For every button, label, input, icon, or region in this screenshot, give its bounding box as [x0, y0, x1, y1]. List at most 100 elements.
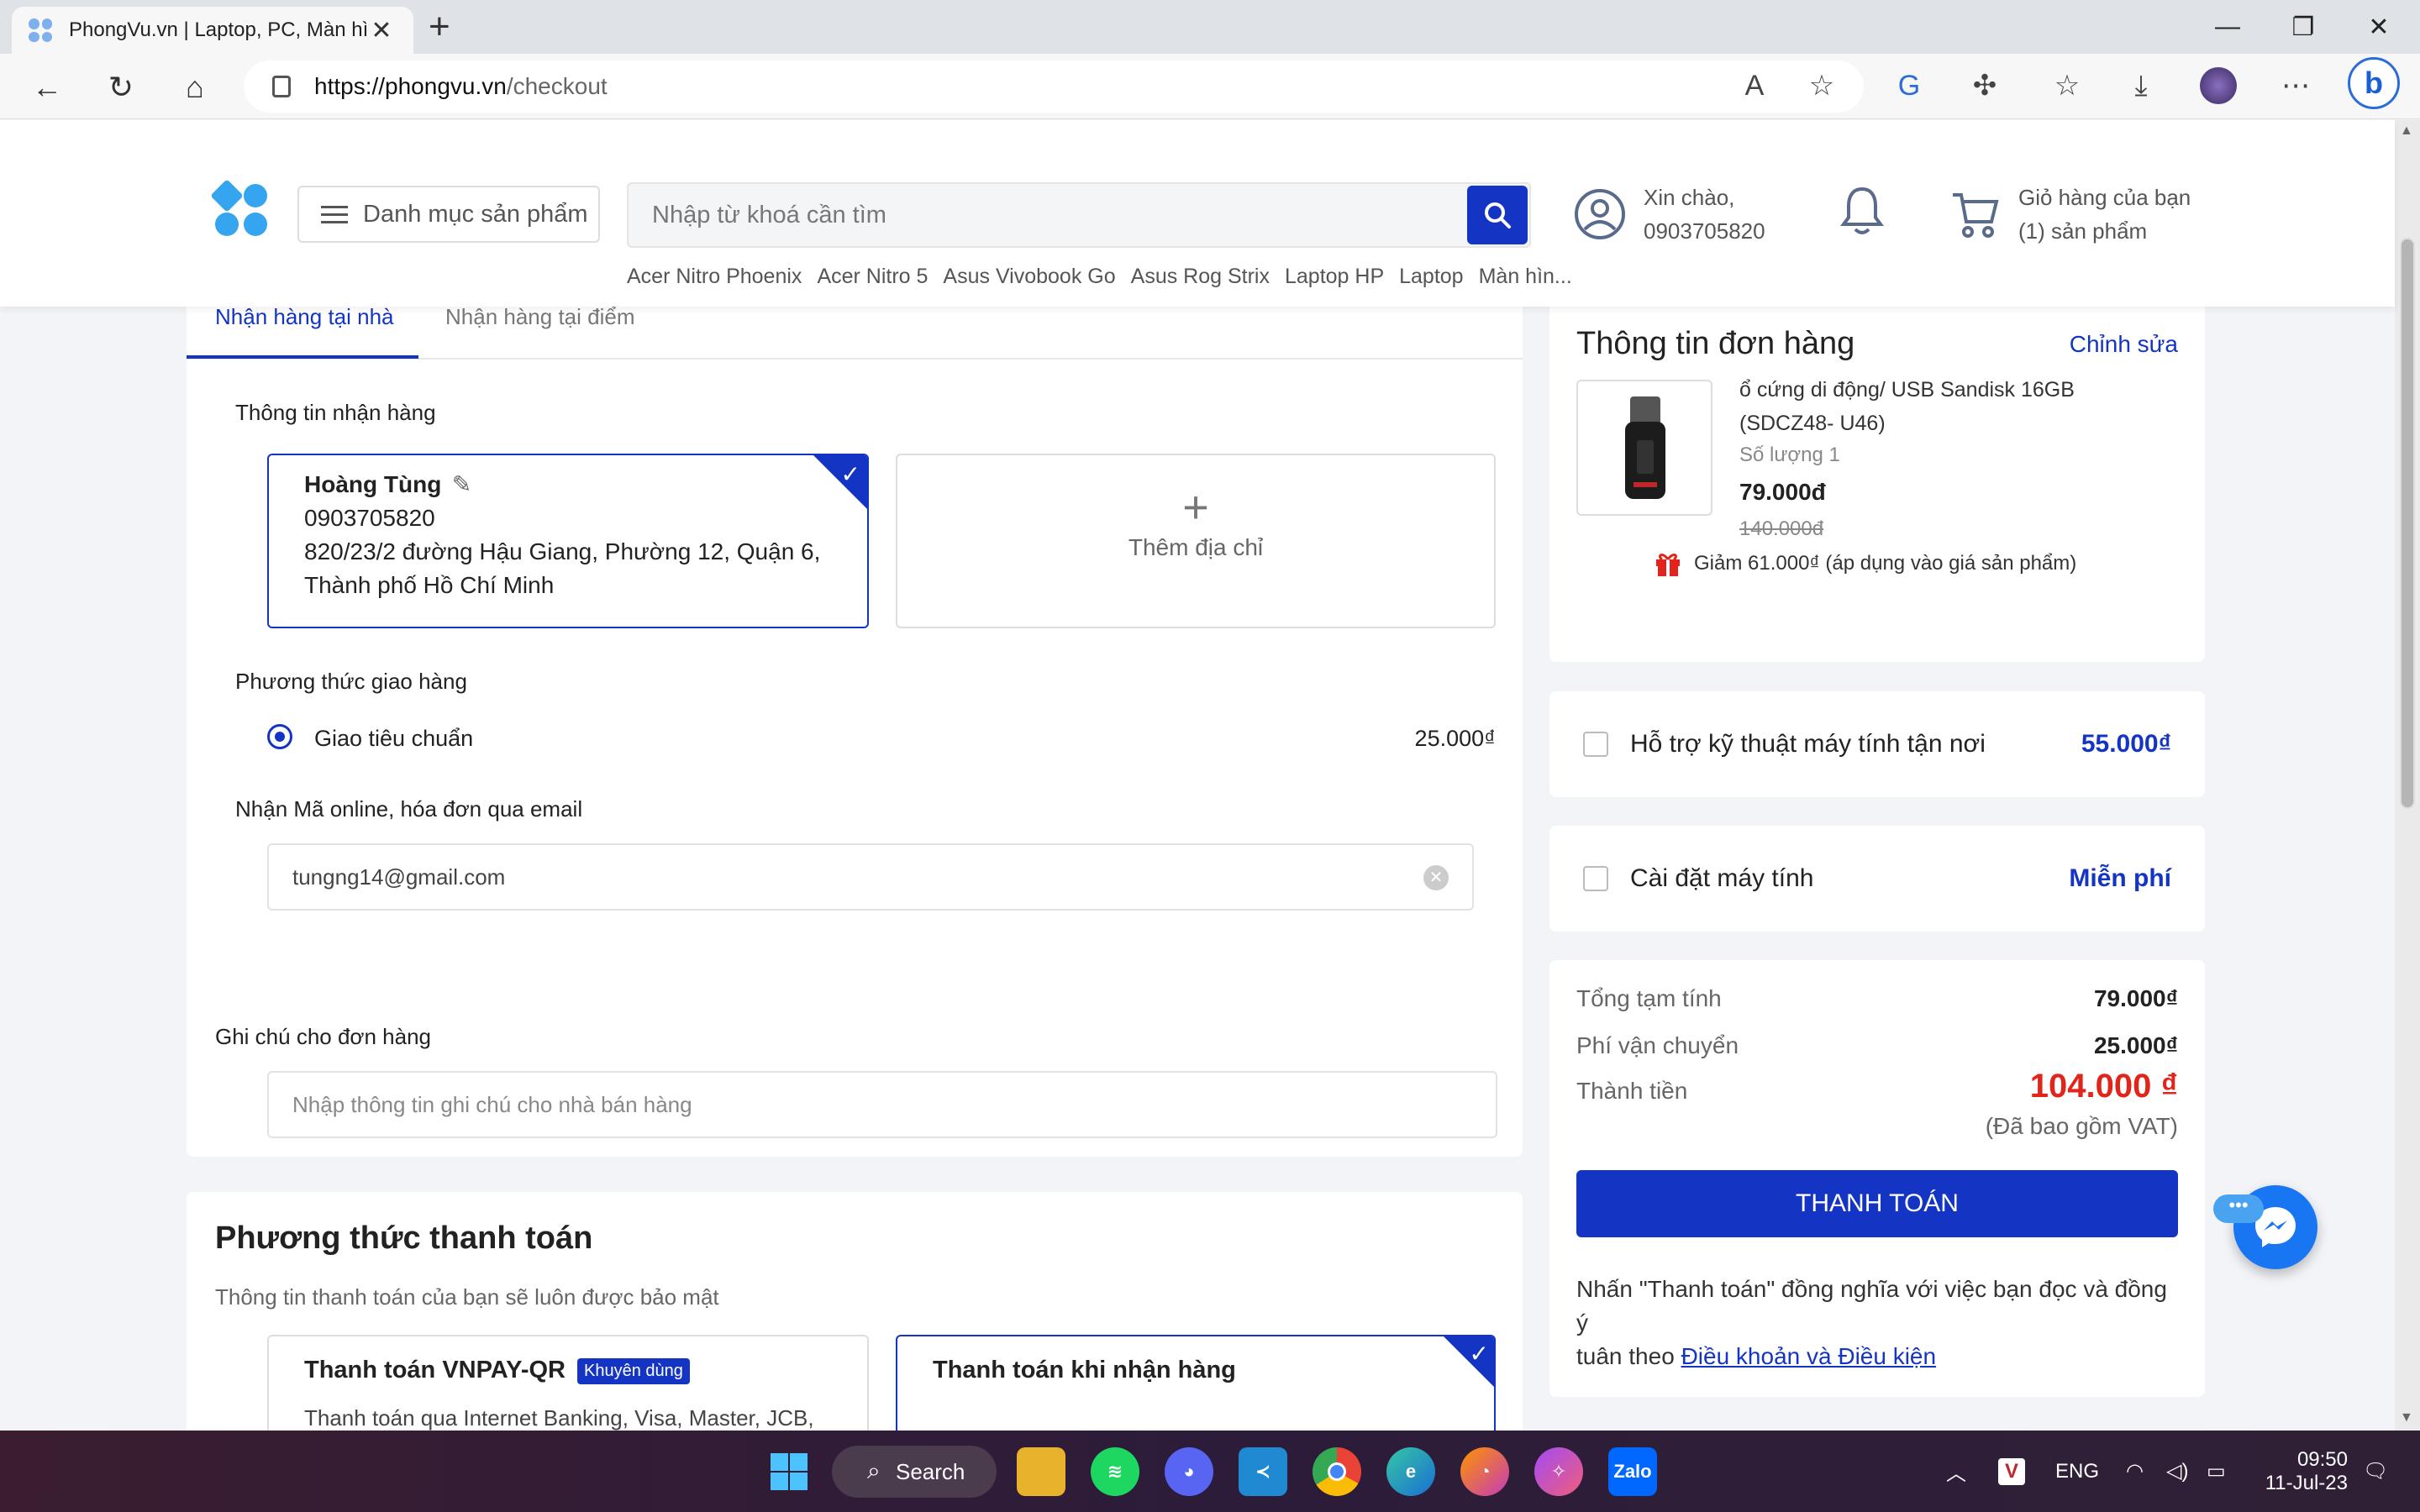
phongvu-favicon — [29, 18, 52, 42]
language-indicator[interactable]: ENG — [2055, 1431, 2099, 1512]
product-thumbnail[interactable] — [1576, 380, 1712, 516]
vnpay-description: Thanh toán qua Internet Banking, Visa, M… — [304, 1405, 814, 1431]
order-summary-card: Tổng tạm tính 79.000₫ Phí vận chuyển 25.… — [1549, 960, 2205, 1397]
service-checkbox-tech-support[interactable] — [1583, 732, 1608, 757]
user-account[interactable]: Xin chào, 0903705820 — [1573, 181, 1765, 248]
battery-icon[interactable]: ▭ — [2207, 1431, 2226, 1512]
edit-order-link[interactable]: Chỉnh sửa — [2070, 331, 2178, 358]
email-field[interactable] — [269, 845, 1472, 909]
notification-bell-icon[interactable] — [1837, 184, 1887, 238]
close-window-icon[interactable]: ✕ — [2341, 0, 2417, 54]
lock-icon — [272, 76, 291, 97]
suggestion-link[interactable]: Laptop — [1399, 265, 1463, 289]
firefox-icon[interactable]: ◔ — [1460, 1447, 1509, 1496]
terms-link[interactable]: Điều khoản và Điều kiện — [1681, 1343, 1937, 1369]
discord-icon[interactable]: ◕ — [1165, 1447, 1213, 1496]
edit-pencil-icon[interactable]: ✎ — [452, 471, 471, 497]
address-bar[interactable]: https://phongvu.vn/checkout — [244, 60, 1864, 113]
start-button[interactable] — [765, 1447, 813, 1496]
more-menu-icon[interactable]: ⋯ — [2272, 62, 2319, 109]
favorites-list-icon[interactable]: ☆ — [2044, 62, 2091, 109]
address-line-2: Thành phố Hồ Chí Minh — [304, 572, 555, 598]
shipping-fee-label: Phí vận chuyển — [1576, 1032, 1739, 1058]
cod-title: Thanh toán khi nhận hàng — [933, 1357, 1236, 1383]
wifi-icon[interactable]: ◠ — [2126, 1431, 2144, 1512]
home-icon[interactable]: ⌂ — [171, 64, 218, 111]
payment-option-cod[interactable]: ✓ Thanh toán khi nhận hàng — [896, 1335, 1496, 1431]
file-explorer-icon[interactable] — [1017, 1447, 1065, 1496]
suggestion-link[interactable]: Asus Vivobook Go — [943, 265, 1115, 289]
check-icon: ✓ — [1469, 1341, 1489, 1367]
recipient-phone: 0903705820 — [304, 505, 435, 531]
clear-icon[interactable]: ✕ — [1423, 865, 1449, 890]
spotify-icon[interactable]: ≋ — [1091, 1447, 1139, 1496]
service-checkbox-installation[interactable] — [1583, 866, 1608, 891]
tray-app-icon[interactable]: V — [1998, 1431, 2026, 1512]
payment-title: Phương thức thanh toán — [215, 1221, 593, 1256]
taskbar-search[interactable]: ⌕ Search — [832, 1446, 997, 1498]
restore-icon[interactable]: ❐ — [2265, 0, 2341, 54]
scroll-down-arrow[interactable]: ▼ — [2400, 1410, 2413, 1425]
suggestion-link[interactable]: Laptop HP — [1285, 265, 1384, 289]
address-card-selected[interactable]: ✓ Hoàng Tùng ✎ 0903705820 820/23/2 đường… — [267, 454, 869, 628]
tab-home-delivery[interactable]: Nhận hàng tại nhà — [215, 304, 394, 330]
extensions-icon[interactable]: ✣ — [1961, 62, 2008, 109]
tab-close-icon[interactable]: ✕ — [366, 16, 397, 45]
add-address-button[interactable]: + Thêm địa chỉ — [896, 454, 1496, 628]
search-button[interactable] — [1467, 186, 1528, 244]
tab-title: PhongVu.vn | Laptop, PC, Màn hình — [69, 18, 366, 41]
new-tab-button[interactable]: + — [429, 8, 450, 45]
minimize-icon[interactable]: — — [2190, 0, 2265, 54]
translate-icon[interactable]: G — [1886, 62, 1933, 109]
tab-store-pickup[interactable]: Nhận hàng tại điểm — [445, 304, 634, 330]
product-name[interactable]: ổ cứng di động/ USB Sandisk 16GB — [1739, 373, 2075, 407]
order-note-input[interactable] — [269, 1073, 1496, 1137]
search-input[interactable] — [629, 184, 1469, 246]
scroll-up-arrow[interactable]: ▲ — [2400, 123, 2413, 139]
delivery-method-label: Phương thức giao hàng — [235, 669, 467, 694]
active-tab-indicator — [187, 355, 418, 359]
back-icon[interactable]: ← — [24, 64, 71, 111]
vscode-icon[interactable]: ≺ — [1239, 1447, 1287, 1496]
product-old-price: 140.000đ — [1739, 517, 1824, 540]
payment-subtitle: Thông tin thanh toán của bạn sẽ luôn đượ… — [215, 1284, 719, 1310]
tray-chevron-icon[interactable]: ︿ — [1946, 1431, 1966, 1512]
service-card-installation: Cài đặt máy tính Miễn phí — [1549, 826, 2205, 932]
service-price: 55.000₫ — [2081, 730, 2171, 758]
category-menu-button[interactable]: Danh mục sản phẩm — [297, 186, 600, 243]
volume-icon[interactable]: ◁) — [2166, 1431, 2188, 1512]
chrome-icon[interactable] — [1313, 1447, 1361, 1496]
notification-center-icon[interactable]: 🗨 — [2363, 1431, 2388, 1512]
chat-typing-bubble: ••• — [2213, 1194, 2264, 1223]
favorite-star-icon[interactable]: ☆ — [1798, 62, 1845, 109]
delivery-radio[interactable] — [267, 724, 292, 749]
payment-option-vnpay[interactable]: Thanh toán VNPAY-QR Khuyên dùng Thanh to… — [267, 1335, 869, 1431]
profile-avatar[interactable] — [2195, 62, 2242, 109]
order-note-card: Ghi chú cho đơn hàng — [187, 990, 1523, 1157]
clock-date: 11-Jul-23 — [2265, 1471, 2348, 1494]
zalo-icon[interactable]: Zalo — [1608, 1447, 1657, 1496]
edge-icon[interactable]: e — [1386, 1447, 1435, 1496]
delivery-option-label: Giao tiêu chuẩn — [314, 726, 474, 751]
refresh-icon[interactable]: ↻ — [97, 64, 145, 111]
downloads-icon[interactable]: ⤓ — [2118, 62, 2165, 109]
cart-label: Giỏ hàng của bạn — [2018, 185, 2191, 210]
scrollbar-thumb[interactable] — [2400, 238, 2415, 809]
bing-copilot-icon[interactable]: b — [2348, 57, 2400, 109]
messenger-app-icon[interactable]: ✧ — [1534, 1447, 1583, 1496]
browser-tabbar: PhongVu.vn | Laptop, PC, Màn hình ✕ + — … — [0, 0, 2420, 54]
suggestion-link[interactable]: Asus Rog Strix — [1131, 265, 1270, 289]
cart[interactable]: Giỏ hàng của bạn (1) sản phẩm — [1949, 181, 2191, 248]
page-scrollbar[interactable]: ▲ ▼ — [2395, 120, 2420, 1431]
read-aloud-icon[interactable]: A — [1731, 62, 1778, 109]
suggestion-link[interactable]: Acer Nitro 5 — [817, 265, 928, 289]
payment-method-card: Phương thức thanh toán Thông tin thanh t… — [187, 1192, 1523, 1431]
browser-tab[interactable]: PhongVu.vn | Laptop, PC, Màn hình ✕ — [12, 7, 413, 54]
checkout-button[interactable]: THANH TOÁN — [1576, 1170, 2178, 1237]
phongvu-logo[interactable] — [210, 179, 267, 236]
suggestion-link[interactable]: Màn hìn... — [1479, 265, 1572, 289]
taskbar-search-label: Search — [896, 1458, 965, 1484]
order-note-box — [267, 1071, 1497, 1138]
clock[interactable]: 09:50 11-Jul-23 — [2260, 1431, 2348, 1512]
suggestion-link[interactable]: Acer Nitro Phoenix — [627, 265, 802, 289]
